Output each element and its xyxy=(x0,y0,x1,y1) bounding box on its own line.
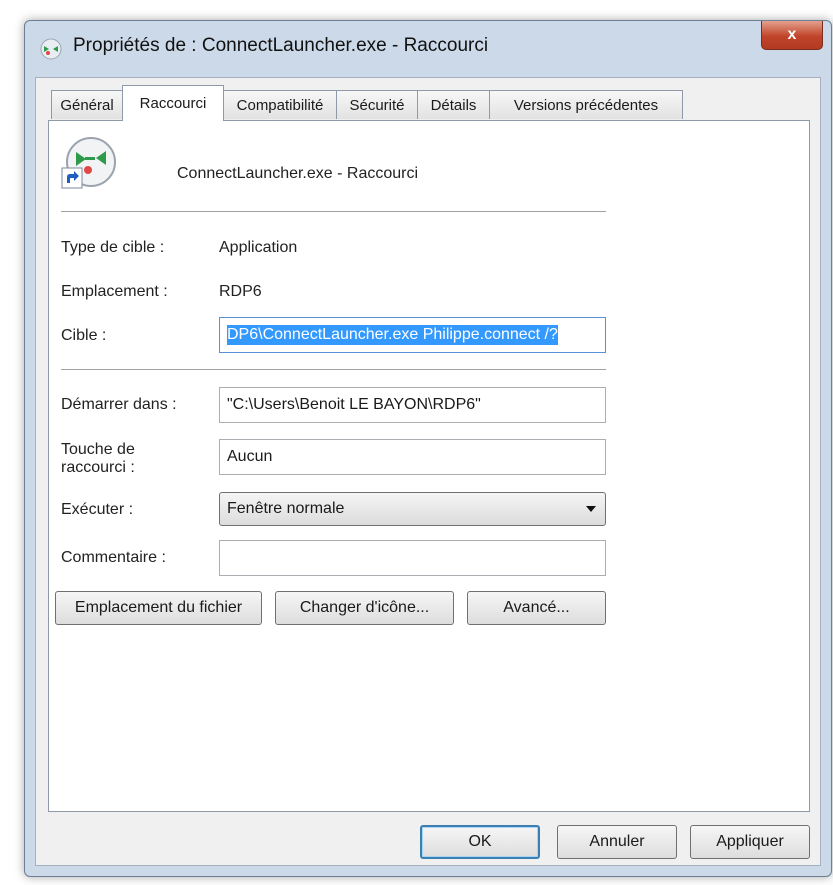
button-label: Changer d'icône... xyxy=(299,599,430,616)
tab-label: Général xyxy=(60,96,114,114)
tab-general[interactable]: Général xyxy=(51,90,123,119)
target-input[interactable]: DP6\ConnectLauncher.exe Philippe.connect… xyxy=(219,317,606,353)
tab-securite[interactable]: Sécurité xyxy=(336,90,418,119)
hotkey-input[interactable]: Aucun xyxy=(219,439,606,475)
advanced-button[interactable]: Avancé... xyxy=(467,591,606,625)
hotkey-text: Aucun xyxy=(227,448,273,465)
button-label: Appliquer xyxy=(716,833,784,850)
button-label: Emplacement du fichier xyxy=(74,599,243,616)
tab-label: Versions précédentes xyxy=(513,96,659,114)
target-label: Cible : xyxy=(61,327,107,344)
ok-button[interactable]: OK xyxy=(420,825,540,859)
tab-label: Sécurité xyxy=(349,96,405,114)
dialog-content: Général Raccourci Compatibilité Sécurité… xyxy=(35,77,821,866)
tab-raccourci[interactable]: Raccourci xyxy=(122,85,224,121)
divider xyxy=(61,211,606,213)
tab-versions-precedentes[interactable]: Versions précédentes xyxy=(489,90,683,119)
button-label: Avancé... xyxy=(503,599,570,616)
shortcut-name: ConnectLauncher.exe - Raccourci xyxy=(177,165,419,182)
start-in-label: Démarrer dans : xyxy=(61,396,177,413)
open-file-location-button[interactable]: Emplacement du fichier xyxy=(55,591,262,625)
close-button[interactable]: x xyxy=(761,21,823,50)
target-text: DP6\ConnectLauncher.exe Philippe.connect… xyxy=(227,325,558,345)
start-in-text: "C:\Users\Benoit LE BAYON\RDP6" xyxy=(227,396,481,413)
window-title: Propriétés de : ConnectLauncher.exe - Ra… xyxy=(73,35,489,56)
run-select[interactable]: Fenêtre normale xyxy=(219,492,606,526)
run-value: Fenêtre normale xyxy=(227,500,345,517)
target-type-value: Application xyxy=(219,239,298,256)
cancel-button[interactable]: Annuler xyxy=(557,825,677,859)
chevron-down-icon xyxy=(586,506,596,512)
apply-button[interactable]: Appliquer xyxy=(690,825,810,859)
title-bar[interactable]: Propriétés de : ConnectLauncher.exe - Ra… xyxy=(25,21,831,77)
change-icon-button[interactable]: Changer d'icône... xyxy=(275,591,454,625)
target-type-label: Type de cible : xyxy=(61,239,165,256)
shortcut-app-icon xyxy=(39,37,63,61)
tab-details[interactable]: Détails xyxy=(417,90,490,119)
tab-compatibilite[interactable]: Compatibilité xyxy=(223,90,337,119)
tab-label: Détails xyxy=(430,96,477,114)
divider xyxy=(61,369,606,371)
start-in-input[interactable]: "C:\Users\Benoit LE BAYON\RDP6" xyxy=(219,387,606,423)
comment-input[interactable] xyxy=(219,540,606,576)
comment-label: Commentaire : xyxy=(61,549,166,566)
tab-label: Compatibilité xyxy=(236,96,324,114)
location-value: RDP6 xyxy=(219,283,262,300)
shortcut-arrow-icon xyxy=(61,167,83,189)
button-label: OK xyxy=(468,833,492,850)
run-label: Exécuter : xyxy=(61,501,134,518)
hotkey-label: Touche de raccourci : xyxy=(61,441,135,476)
tab-label: Raccourci xyxy=(139,95,207,112)
button-label: Annuler xyxy=(589,833,645,850)
location-label: Emplacement : xyxy=(61,283,168,300)
close-icon: x xyxy=(787,26,797,43)
shortcut-panel: ConnectLauncher.exe - Raccourci Type de … xyxy=(48,120,810,812)
properties-window: Propriétés de : ConnectLauncher.exe - Ra… xyxy=(24,20,832,877)
